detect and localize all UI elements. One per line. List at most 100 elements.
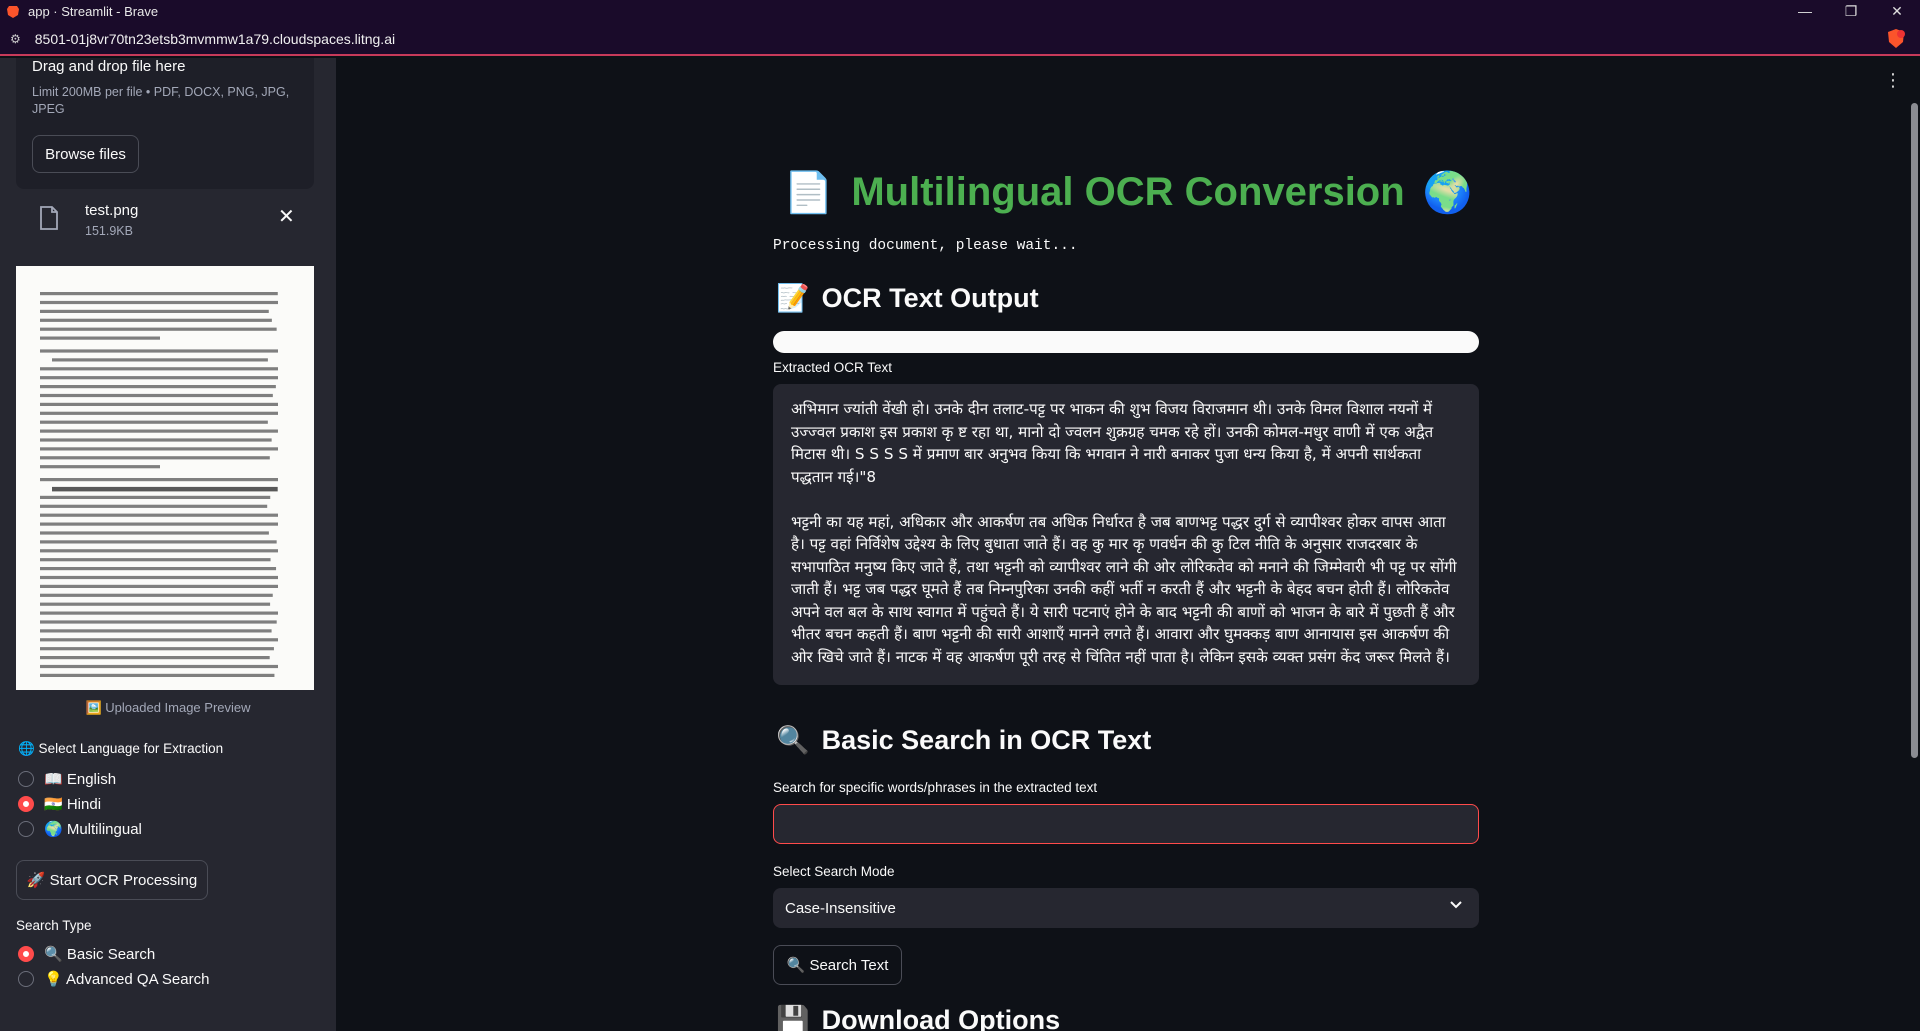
scanned-text-line [40, 309, 269, 313]
scanned-text-line [40, 522, 278, 526]
extracted-text-area[interactable]: अभिमान ज्यांती वेंखी हो। उनके दीन तलाट-प… [773, 384, 1479, 685]
scanned-text-line [40, 638, 278, 642]
start-ocr-button[interactable]: 🚀 Start OCR Processing [16, 860, 208, 900]
minimize-button[interactable]: — [1782, 0, 1828, 23]
scanned-text-line [40, 664, 278, 669]
dropzone-limit: Limit 200MB per file • PDF, DOCX, PNG, J… [32, 85, 290, 116]
processing-status: Processing document, please wait... [773, 238, 1078, 254]
radio-label: 🇮🇳 Hindi [44, 796, 102, 813]
basic-search-header: 🔍 Basic Search in OCR Text [776, 724, 1151, 756]
scanned-text-line [40, 402, 278, 406]
window-controls: — ❐ ✕ [1782, 0, 1920, 23]
globe-icon: 🌍 [1422, 171, 1473, 215]
uploaded-file: test.png 151.9KB ✕ [16, 198, 314, 258]
scanned-text-line [40, 647, 274, 651]
scanned-text-line [40, 575, 278, 580]
scanned-text-line [40, 429, 278, 433]
radio-indicator[interactable] [18, 771, 34, 787]
scanned-text-line [40, 504, 268, 508]
radio-label: 🔍 Basic Search [44, 946, 156, 963]
page-title: 📄 Multilingual OCR Conversion 🌍 [336, 169, 1920, 216]
radio-label: 💡 Advanced QA Search [44, 971, 210, 988]
scanned-text-line [40, 411, 278, 415]
magnifier-icon: 🔍 [776, 725, 810, 755]
sidebar: Drag and drop file here Limit 200MB per … [0, 58, 336, 1031]
main-content: ⋮ 📄 Multilingual OCR Conversion 🌍 Proces… [336, 58, 1920, 1031]
scanned-text-line [40, 367, 278, 371]
scanned-text-line [40, 531, 269, 535]
scanned-text-line [40, 673, 275, 677]
file-name: test.png [85, 202, 139, 219]
url-text[interactable]: 8501-01j8vr70tn23etsb3mvmmw1a79.cloudspa… [35, 31, 395, 47]
scanned-text-line [40, 336, 160, 340]
radio-indicator[interactable] [18, 796, 34, 812]
radio-advanced-qa-search[interactable]: 💡 Advanced QA Search [18, 970, 209, 988]
search-input[interactable] [773, 804, 1479, 844]
scanned-text-line [40, 549, 278, 553]
scanned-text-line [40, 478, 278, 482]
search-mode-select[interactable]: Case-Insensitive [773, 888, 1479, 928]
scanned-text-line [40, 300, 278, 305]
document-icon: 📄 [783, 171, 834, 215]
progress-bar [773, 331, 1479, 353]
scanned-text-line [40, 327, 277, 331]
memo-icon: 📝 [776, 283, 810, 313]
close-window-button[interactable]: ✕ [1874, 0, 1920, 23]
dropzone-title: Drag and drop file here [32, 58, 186, 75]
brave-logo-icon [7, 5, 19, 18]
download-options-header: 💾 Download Options [776, 1004, 1060, 1031]
scanned-text-line [40, 540, 277, 544]
scanned-text-line [40, 465, 160, 469]
ocr-output-header: 📝 OCR Text Output [776, 282, 1039, 314]
scanned-text-line [52, 358, 268, 362]
scanned-text-line [40, 456, 270, 460]
scanned-text-line [40, 447, 278, 451]
ocr-output-header-text: OCR Text Output [821, 282, 1039, 313]
preview-caption: 🖼️ Uploaded Image Preview [85, 700, 251, 715]
scanned-text-line [40, 602, 271, 606]
search-mode-value: Case-Insensitive [785, 899, 896, 917]
scanned-text-line [40, 318, 272, 322]
scanned-text-line [40, 349, 278, 353]
language-select-label: 🌐 Select Language for Extraction [18, 741, 224, 756]
chevron-down-icon [1450, 901, 1462, 909]
scanned-text-line [40, 629, 272, 633]
scanned-text-line [52, 486, 278, 492]
radio-indicator[interactable] [18, 971, 34, 987]
floppy-disk-icon: 💾 [776, 1005, 810, 1031]
scanned-text-line [40, 558, 271, 562]
radio-indicator[interactable] [18, 946, 34, 962]
site-settings-icon[interactable]: ⚙ [10, 32, 21, 46]
scanned-text-line [40, 584, 278, 588]
scanned-text-line [40, 593, 273, 597]
uploaded-image-preview [16, 266, 314, 690]
search-mode-label: Select Search Mode [773, 864, 895, 879]
search-text-button[interactable]: 🔍 Search Text [773, 945, 902, 985]
brave-shield-icon[interactable] [1886, 28, 1906, 50]
scanned-text-line [40, 420, 268, 424]
scanned-text-line [40, 376, 278, 380]
document-page-image [40, 292, 278, 677]
file-dropzone[interactable]: Drag and drop file here Limit 200MB per … [16, 58, 314, 189]
scanned-text-line [40, 438, 272, 442]
radio-indicator[interactable] [18, 821, 34, 837]
main-menu-icon[interactable]: ⋮ [1884, 70, 1902, 91]
scanned-text-line [40, 611, 278, 615]
scanned-text-line [40, 385, 276, 389]
radio-hindi[interactable]: 🇮🇳 Hindi [18, 795, 101, 813]
address-bar[interactable]: ⚙ 8501-01j8vr70tn23etsb3mvmmw1a79.clouds… [0, 23, 1920, 56]
browse-files-button[interactable]: Browse files [32, 135, 139, 173]
extracted-text-label: Extracted OCR Text [773, 360, 893, 375]
radio-basic-search[interactable]: 🔍 Basic Search [18, 945, 155, 963]
scanned-text-line [40, 620, 277, 624]
remove-file-button[interactable]: ✕ [278, 204, 295, 229]
scanned-text-line [40, 567, 277, 571]
radio-label: 📖 English [44, 771, 117, 788]
scanned-text-line [40, 513, 278, 517]
radio-english[interactable]: 📖 English [18, 770, 116, 788]
scanned-text-line [40, 292, 278, 296]
maximize-button[interactable]: ❐ [1828, 0, 1874, 23]
file-icon [40, 206, 58, 230]
radio-multilingual[interactable]: 🌍 Multilingual [18, 820, 142, 838]
scanned-text-line [40, 393, 273, 398]
